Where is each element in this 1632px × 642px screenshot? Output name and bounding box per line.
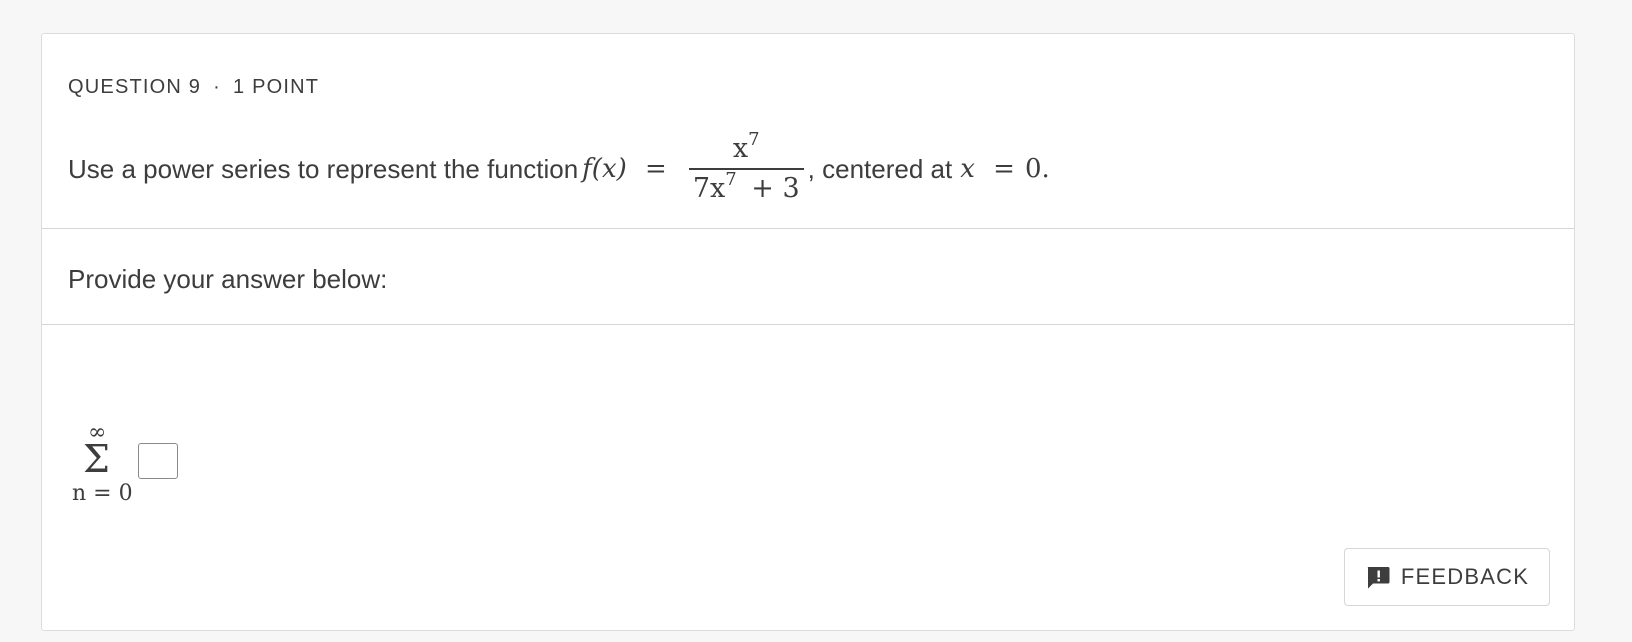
fraction-denominator: 7x7 + 3 — [688, 168, 804, 206]
center-expression: x = 0. — [960, 154, 1050, 184]
denominator-coefficient: 7 — [692, 173, 710, 204]
denominator-tail: + 3 — [751, 173, 800, 204]
center-equals: = — [993, 154, 1015, 184]
question-number: QUESTION 9 — [68, 76, 202, 98]
feedback-alert-icon — [1365, 564, 1391, 590]
question-header: QUESTION 9 · 1 POINT Use a power series to… — [42, 34, 1574, 229]
feedback-label: FEEDBACK — [1400, 564, 1530, 589]
center-value: 0. — [1024, 154, 1050, 184]
question-prompt: Use a power series to represent the func… — [68, 124, 1050, 214]
prompt-after-fraction: , centered at — [807, 153, 953, 184]
answer-label: Provide your answer below: — [68, 264, 388, 294]
question-card: QUESTION 9 · 1 POINT Use a power series to… — [41, 33, 1575, 631]
numerator-exponent: 7 — [748, 129, 760, 150]
question-points: 1 POINT — [233, 76, 320, 98]
numerator-base: x — [732, 133, 749, 164]
sigma-symbol: Σ — [83, 437, 110, 481]
center-variable: x — [960, 154, 975, 184]
answer-label-section: Provide your answer below: — [42, 228, 1574, 325]
denominator-exponent: 7 — [725, 169, 737, 190]
meta-separator: · — [213, 76, 222, 98]
question-meta: QUESTION 9 · 1 POINT — [68, 76, 319, 99]
function-fraction: x7 7x7 + 3 — [688, 129, 804, 206]
function-lhs: f(x) — [582, 154, 627, 184]
prompt-text: Use a power series to represent the func… — [68, 153, 579, 184]
denominator-base: x — [710, 173, 726, 204]
feedback-button[interactable]: FEEDBACK — [1344, 548, 1550, 606]
fraction-numerator: x7 — [723, 129, 770, 168]
sum-lower-limit: n = 0 — [72, 481, 133, 506]
summation-notation: ∞ Σ n = 0 — [72, 422, 133, 512]
function-equals: = — [645, 154, 667, 184]
function-expression: f(x) = — [582, 154, 677, 184]
series-term-input[interactable] — [138, 443, 178, 479]
